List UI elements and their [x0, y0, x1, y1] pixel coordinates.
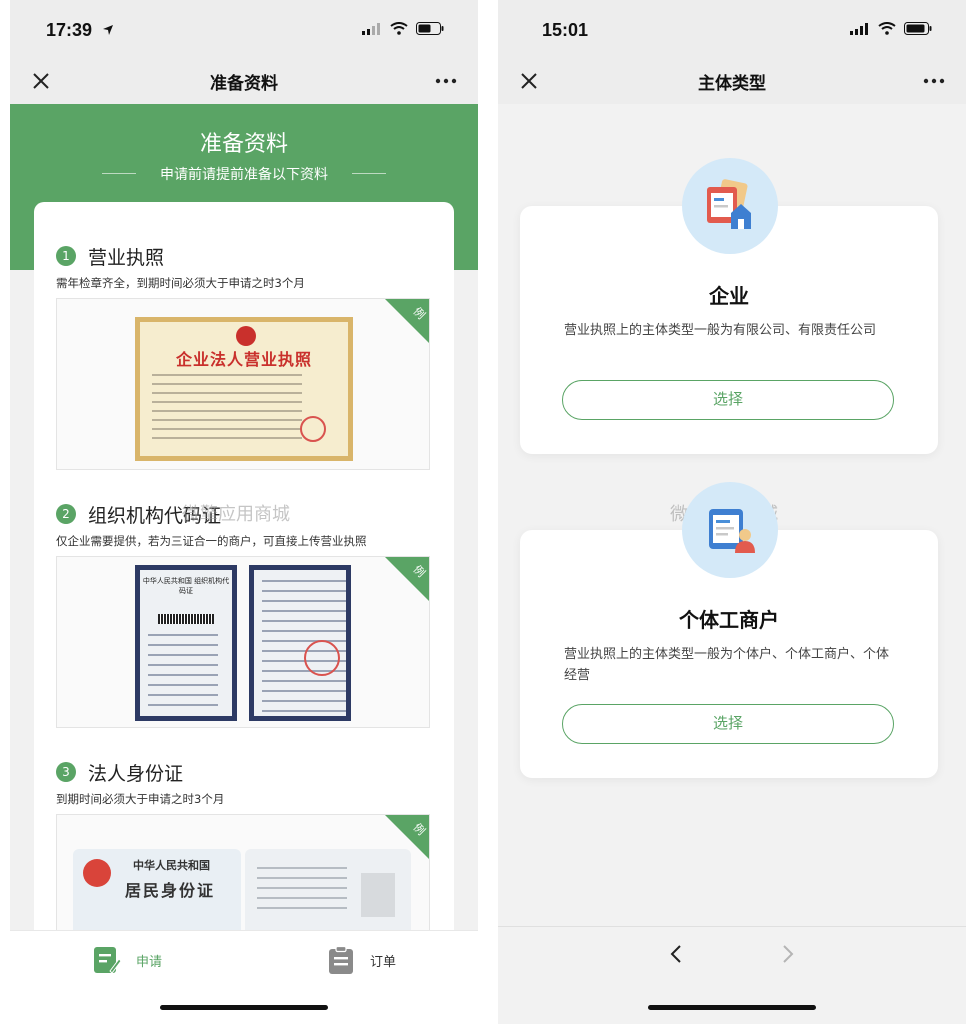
- wifi-icon: [390, 22, 408, 35]
- card-description: 营业执照上的主体类型一般为个体户、个体工商户、个体经营: [564, 647, 890, 683]
- section-business-license: 1 营业执照 需年检章齐全，到期时间必须大于申请之时3个月 企业法人营业执照 例: [56, 242, 432, 470]
- text-lines: [257, 867, 347, 917]
- photo-placeholder: [361, 873, 395, 917]
- order-icon: [329, 945, 353, 974]
- org-cert-back: [249, 565, 351, 721]
- sample-text: 企业法人营业执照: [175, 350, 312, 369]
- individual-icon-graphic: [709, 509, 755, 553]
- watermark: 微擎应用商城: [182, 504, 290, 525]
- section-description: 到期时间必须大于申请之时3个月: [56, 792, 225, 806]
- sample-text-2: 居民身份证: [125, 881, 216, 900]
- apply-icon: [94, 947, 122, 974]
- sample-image-org-code: 中华人民共和国 组织机构代码证 例: [56, 556, 430, 728]
- section-number: 1: [56, 246, 76, 266]
- section-title: 营业执照: [88, 246, 165, 269]
- select-button[interactable]: 选择: [562, 704, 894, 744]
- enterprise-icon-graphic: [707, 179, 751, 229]
- section-description: 需年检章齐全，到期时间必须大于申请之时3个月: [56, 276, 305, 290]
- header-subtitle: 申请前请提前准备以下资料: [160, 167, 328, 183]
- materials-card: 1 营业执照 需年检章齐全，到期时间必须大于申请之时3个月 企业法人营业执照 例…: [34, 202, 454, 962]
- section-number: 3: [56, 762, 76, 782]
- prepare-materials-screen: 17:39 准备资料 准备资料 申请前请提前准备以下资料 1 营业执照 需年检章…: [10, 0, 478, 1024]
- text-lines: [152, 374, 302, 446]
- status-bar: 15:01: [498, 0, 966, 62]
- status-time: 17:39: [46, 20, 93, 40]
- location-arrow-icon: [103, 25, 113, 35]
- back-icon[interactable]: [666, 943, 688, 965]
- home-indicator: [648, 1005, 816, 1010]
- wifi-icon: [878, 22, 896, 35]
- nav-title: 主体类型: [698, 74, 766, 94]
- section-org-code: 2 组织机构代码证 仅企业需要提供，若为三证合一的商户，可直接上传营业执照 中华…: [56, 500, 432, 728]
- header-title: 准备资料: [199, 132, 288, 157]
- more-icon[interactable]: [434, 70, 458, 92]
- home-indicator: [160, 1005, 328, 1010]
- nav-title: 准备资料: [210, 74, 278, 94]
- nav-bar: 主体类型: [498, 62, 966, 104]
- entity-type-screen: 15:01 主体类型 企业 营业执照上的主体类型一般为有限公司、有限责任公司 选…: [498, 0, 966, 1024]
- individual-icon: [682, 482, 778, 578]
- battery-icon: [416, 22, 444, 35]
- stamp-icon: [304, 640, 340, 676]
- card-title: 企业: [709, 284, 749, 308]
- tab-label: 申请: [136, 954, 163, 970]
- header-divider: [352, 173, 386, 174]
- tab-bar: 申请 订单: [10, 930, 478, 1024]
- sample-text-1: 中华人民共和国: [133, 859, 210, 872]
- sample-text: 中华人民共和国 组织机构代码证: [142, 577, 230, 595]
- select-button[interactable]: 选择: [562, 380, 894, 420]
- sample-image-business-license: 企业法人营业执照 例: [56, 298, 430, 470]
- org-cert-front: 中华人民共和国 组织机构代码证: [135, 565, 237, 721]
- bottom-toolbar: [498, 926, 966, 1024]
- status-time: 15:01: [542, 20, 589, 40]
- signal-icon: [850, 22, 868, 35]
- tab-apply[interactable]: 申请: [92, 945, 162, 975]
- section-description: 仅企业需要提供，若为三证合一的商户，可直接上传营业执照: [56, 534, 367, 548]
- battery-icon: [904, 22, 932, 35]
- forward-icon[interactable]: [776, 943, 798, 965]
- nav-bar: 准备资料: [10, 62, 478, 104]
- status-bar: 17:39: [10, 0, 478, 62]
- license-illustration: 企业法人营业执照: [135, 317, 353, 461]
- tab-label: 订单: [370, 954, 397, 970]
- stamp-icon: [300, 416, 326, 442]
- card-title: 个体工商户: [679, 608, 779, 632]
- signal-icon: [362, 22, 380, 35]
- national-emblem-icon: [236, 326, 256, 346]
- section-number: 2: [56, 504, 76, 524]
- barcode: [158, 614, 214, 624]
- enterprise-icon: [682, 158, 778, 254]
- more-icon[interactable]: [922, 70, 946, 92]
- text-lines: [148, 634, 218, 714]
- section-title: 法人身份证: [88, 762, 184, 785]
- tab-orders[interactable]: 订单: [326, 945, 396, 975]
- national-emblem-icon: [83, 859, 111, 887]
- card-description: 营业执照上的主体类型一般为有限公司、有限责任公司: [564, 323, 877, 338]
